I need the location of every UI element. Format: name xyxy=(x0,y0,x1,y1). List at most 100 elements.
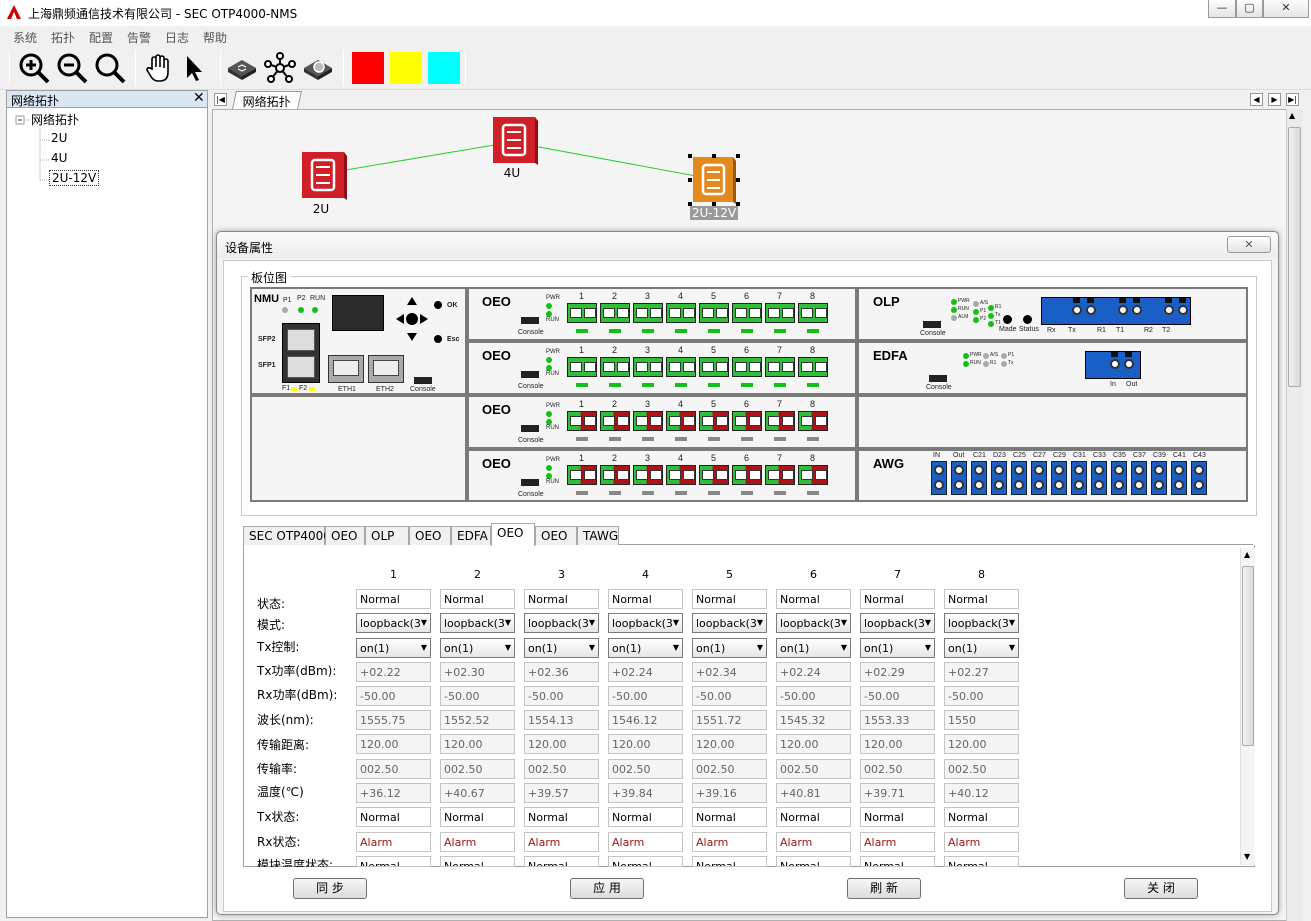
table-vertical-scrollbar[interactable]: ▲ ▼ xyxy=(1240,548,1255,865)
menu-config[interactable]: 配置 xyxy=(89,29,113,46)
tab-sec-otp4000[interactable]: SEC OTP4000 xyxy=(243,526,331,545)
oeo-console-port[interactable] xyxy=(521,317,539,324)
oeo-port-4[interactable] xyxy=(666,465,696,485)
minimize-button[interactable]: — xyxy=(1208,0,1236,18)
oeo-port-2[interactable] xyxy=(600,303,630,323)
awg-port[interactable] xyxy=(1091,461,1107,495)
oeo-port-7[interactable] xyxy=(765,411,795,431)
mode-select[interactable]: loopback(3 xyxy=(944,613,1019,633)
zoom-fit-button[interactable] xyxy=(93,51,127,85)
olp-console-port[interactable] xyxy=(923,321,941,328)
oeo-port-1[interactable] xyxy=(567,411,597,431)
edfa-console-port[interactable] xyxy=(929,375,947,382)
tab-oeo[interactable]: OEO xyxy=(491,523,535,546)
scroll-up-icon[interactable]: ▲ xyxy=(1289,111,1295,120)
mode-select[interactable]: loopback(3 xyxy=(860,613,935,633)
dialog-close-button[interactable]: ✕ xyxy=(1227,236,1271,253)
tab-first-icon[interactable]: |◀ xyxy=(214,93,227,106)
olp-optical-ports[interactable] xyxy=(1041,297,1191,325)
device-node-2u-12v-selection[interactable] xyxy=(688,154,740,206)
tx-ctrl-select[interactable]: on(1) xyxy=(356,638,431,658)
tab-oeo[interactable]: OEO xyxy=(535,526,577,545)
menu-log[interactable]: 日志 xyxy=(165,29,189,46)
awg-port[interactable] xyxy=(1071,461,1087,495)
apply-button[interactable]: 应 用 xyxy=(570,878,644,899)
tx-ctrl-select[interactable]: on(1) xyxy=(860,638,935,658)
tree-root-network-topology[interactable]: 网络拓扑 xyxy=(31,111,79,128)
device-node-4u-icon[interactable] xyxy=(489,115,539,165)
awg-port[interactable] xyxy=(1131,461,1147,495)
device-node-2u-icon[interactable] xyxy=(298,150,348,200)
oeo-port-6[interactable] xyxy=(732,303,762,323)
oeo-port-3[interactable] xyxy=(633,357,663,377)
slot-olp[interactable]: OLP Console PWR RUN ALM A/S P1 P2 R1 Tx … xyxy=(859,289,1246,339)
tab-edfa[interactable]: EDFA xyxy=(451,526,491,545)
menu-help[interactable]: 帮助 xyxy=(203,29,227,46)
search-device-button[interactable] xyxy=(301,51,335,85)
oeo-console-port[interactable] xyxy=(521,425,539,432)
nmu-eth2-port[interactable] xyxy=(368,355,404,383)
oeo-port-2[interactable] xyxy=(600,357,630,377)
oeo-port-1[interactable] xyxy=(567,357,597,377)
slot-oeo-3[interactable]: OEO PWR RUN Console 1 2 3 4 5 6 7 8 xyxy=(469,397,855,447)
awg-port[interactable] xyxy=(971,461,987,495)
nmu-sfp2-port[interactable] xyxy=(287,329,315,351)
tree-panel-close-icon[interactable]: ✕ xyxy=(193,90,205,106)
oeo-port-8[interactable] xyxy=(798,411,828,431)
nmu-console-port[interactable] xyxy=(414,377,432,384)
oeo-port-3[interactable] xyxy=(633,465,663,485)
tx-ctrl-select[interactable]: on(1) xyxy=(524,638,599,658)
awg-port[interactable] xyxy=(931,461,947,495)
yellow-color-button[interactable] xyxy=(390,52,422,84)
tab-tawg[interactable]: TAWG xyxy=(577,526,619,545)
close-button[interactable]: 关 闭 xyxy=(1124,878,1198,899)
mode-select[interactable]: loopback(3 xyxy=(440,613,515,633)
tree-node-2u-12v[interactable]: 2U-12V xyxy=(49,170,100,186)
slot-oeo-1[interactable]: OEO PWR RUN Console 1 2 3 4 5 6 7 8 xyxy=(469,289,855,339)
tab-olp[interactable]: OLP xyxy=(365,526,409,545)
tab-network-topology[interactable]: 网络拓扑 xyxy=(232,91,302,109)
edfa-optical-ports[interactable] xyxy=(1085,351,1141,379)
scroll-up-icon[interactable]: ▲ xyxy=(1244,550,1250,559)
mode-select[interactable]: loopback(3 xyxy=(524,613,599,633)
oeo-port-8[interactable] xyxy=(798,465,828,485)
table-scroll-thumb[interactable] xyxy=(1242,566,1254,746)
oeo-port-6[interactable] xyxy=(732,357,762,377)
oeo-port-7[interactable] xyxy=(765,357,795,377)
awg-port[interactable] xyxy=(1111,461,1127,495)
cyan-color-button[interactable] xyxy=(428,52,460,84)
tab-next-icon[interactable]: ▶ xyxy=(1268,93,1281,106)
menu-system[interactable]: 系统 xyxy=(13,29,37,46)
maximize-button[interactable]: ▢ xyxy=(1236,0,1263,18)
scroll-down-icon[interactable]: ▼ xyxy=(1244,852,1250,861)
awg-port[interactable] xyxy=(1191,461,1207,495)
zoom-out-button[interactable] xyxy=(55,51,89,85)
oeo-port-8[interactable] xyxy=(798,303,828,323)
mode-select[interactable]: loopback(3 xyxy=(776,613,851,633)
oeo-port-3[interactable] xyxy=(633,411,663,431)
awg-port[interactable] xyxy=(1151,461,1167,495)
awg-port[interactable] xyxy=(1011,461,1027,495)
tree-node-2u[interactable]: 2U xyxy=(51,131,67,145)
awg-port[interactable] xyxy=(951,461,967,495)
slot-edfa[interactable]: EDFA Console PWR RUN A/S R1 P1 Tx In Out xyxy=(859,343,1246,393)
menu-alarm[interactable]: 告警 xyxy=(127,29,151,46)
tab-prev-icon[interactable]: ◀ xyxy=(1250,93,1263,106)
olp-made-button[interactable] xyxy=(1003,315,1012,324)
tx-ctrl-select[interactable]: on(1) xyxy=(440,638,515,658)
oeo-port-5[interactable] xyxy=(699,411,729,431)
oeo-port-5[interactable] xyxy=(699,303,729,323)
oeo-port-2[interactable] xyxy=(600,411,630,431)
oeo-console-port[interactable] xyxy=(521,371,539,378)
oeo-port-1[interactable] xyxy=(567,303,597,323)
tx-ctrl-select[interactable]: on(1) xyxy=(692,638,767,658)
tab-last-icon[interactable]: ▶| xyxy=(1286,93,1299,106)
nmu-eth1-port[interactable] xyxy=(328,355,364,383)
slot-empty[interactable] xyxy=(252,397,465,500)
canvas-scroll-thumb[interactable] xyxy=(1288,127,1301,387)
nmu-sfp1-port[interactable] xyxy=(287,356,315,378)
oeo-port-6[interactable] xyxy=(732,411,762,431)
refresh-button[interactable]: 刷 新 xyxy=(847,878,921,899)
tab-oeo[interactable]: OEO xyxy=(325,526,365,545)
mode-select[interactable]: loopback(3 xyxy=(608,613,683,633)
